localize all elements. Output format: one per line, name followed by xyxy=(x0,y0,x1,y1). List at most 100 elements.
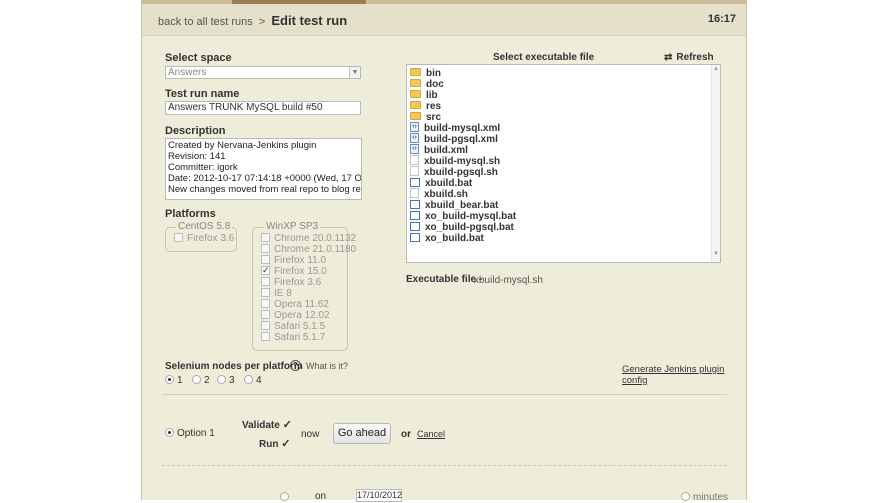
file-name: xbuild.sh xyxy=(424,189,468,200)
browser-label: Firefox 3.6 xyxy=(274,277,322,288)
file-name: build-mysql.xml xyxy=(424,123,501,134)
jenkins-config-link[interactable]: Generate Jenkins plugin config xyxy=(622,364,746,386)
date-input[interactable]: 17/10/2012 xyxy=(356,489,402,502)
file-item[interactable]: xbuild-mysql.sh xyxy=(410,155,501,167)
platform-group-centos: CentOS 5.8 Firefox 3.6 xyxy=(165,221,237,252)
file-select-label: Select executable file xyxy=(493,52,595,63)
run-label: Run xyxy=(259,439,279,450)
file-item[interactable]: xo_build.bat xyxy=(410,232,484,244)
go-ahead-button[interactable]: Go ahead xyxy=(333,423,391,444)
chevron-down-icon[interactable]: ▼ xyxy=(349,67,360,78)
browser-label: IE 8 xyxy=(274,288,292,299)
radio[interactable] xyxy=(217,374,226,384)
browser-label: Opera 11.62 xyxy=(274,299,329,310)
name-input[interactable]: Answers TRUNK MySQL build #50 xyxy=(165,101,361,115)
browser-option[interactable]: Chrome 20.0.1132 xyxy=(261,232,356,244)
folder-item[interactable]: src xyxy=(410,112,441,123)
scrollbar[interactable]: ▲ ▼ xyxy=(711,65,720,262)
radio[interactable] xyxy=(192,374,201,384)
validate-toggle[interactable]: Validate ✓ xyxy=(242,418,292,431)
checkbox[interactable] xyxy=(261,320,270,330)
browser-option[interactable]: Firefox 11.0 xyxy=(261,254,326,266)
browser-option[interactable]: ✓ Firefox 15.0 xyxy=(261,265,327,277)
file-item[interactable]: xo_build-pgsql.bat xyxy=(410,221,514,233)
radio-selected[interactable] xyxy=(165,374,174,384)
file-item[interactable]: xbuild_bear.bat xyxy=(410,199,498,211)
file-name: xo_build.bat xyxy=(425,233,484,244)
checkbox[interactable] xyxy=(261,331,270,341)
nodes-radio-3[interactable]: 3 xyxy=(217,374,235,386)
scroll-down-icon[interactable]: ▼ xyxy=(712,251,720,257)
browser-option[interactable]: IE 8 xyxy=(261,287,292,299)
help-link[interactable]: What is it? xyxy=(306,361,348,371)
executable-file-label: Executable file - xyxy=(406,274,483,285)
page-header: back to all test runs > Edit test run 16… xyxy=(142,4,746,36)
browser-option[interactable]: Opera 11.62 xyxy=(261,298,329,310)
back-link[interactable]: back to all test runs xyxy=(158,16,253,28)
nodes-radio-4[interactable]: 4 xyxy=(244,374,262,386)
file-name: xbuild-mysql.sh xyxy=(424,156,501,167)
file-name: res xyxy=(426,101,442,112)
file-item[interactable]: xo_build-mysql.bat xyxy=(410,210,516,222)
nodes-radio-2[interactable]: 2 xyxy=(192,374,210,386)
dashed-divider xyxy=(162,465,727,466)
space-label: Select space xyxy=(165,52,232,64)
on-label: on xyxy=(315,491,327,502)
browser-option[interactable]: Safari 5.1.7 xyxy=(261,331,325,343)
browser-option[interactable]: Firefox 3.6 xyxy=(174,232,234,244)
checkbox[interactable] xyxy=(261,232,270,242)
help-icon[interactable]: ? xyxy=(290,360,301,371)
checkbox[interactable] xyxy=(261,309,270,319)
checkbox[interactable] xyxy=(174,232,183,242)
file-item[interactable]: xbuild-pgsql.sh xyxy=(410,166,498,178)
divider xyxy=(162,394,727,395)
refresh-label: Refresh xyxy=(676,52,714,63)
checkbox[interactable] xyxy=(261,298,270,308)
checkbox[interactable] xyxy=(261,287,270,297)
radio-label: 2 xyxy=(204,375,210,386)
folder-item[interactable]: doc xyxy=(410,79,444,90)
schedule-radio[interactable] xyxy=(280,491,292,503)
browser-label: Safari 5.1.5 xyxy=(274,321,326,332)
folder-item[interactable]: bin xyxy=(410,68,441,79)
file-item[interactable]: ‹› build-pgsql.xml xyxy=(410,133,498,145)
radio[interactable] xyxy=(244,374,253,384)
xml-file-icon: ‹› xyxy=(410,122,419,133)
folder-item[interactable]: res xyxy=(410,101,441,112)
file-name: xbuild-pgsql.sh xyxy=(424,167,498,178)
file-item[interactable]: xbuild.bat xyxy=(410,177,473,189)
checkbox-checked[interactable]: ✓ xyxy=(261,265,270,275)
checkbox[interactable] xyxy=(261,276,270,286)
cancel-link[interactable]: Cancel xyxy=(417,429,445,439)
refresh-button[interactable]: ⇄ Refresh xyxy=(664,52,714,63)
description-textarea[interactable]: Created by Nervana-Jenkins plugin Revisi… xyxy=(165,138,362,200)
minutes-option[interactable]: minutes xyxy=(681,491,728,503)
browser-label: Opera 12.02 xyxy=(274,310,330,321)
browser-option[interactable]: Opera 12.02 xyxy=(261,309,330,321)
radio-selected[interactable] xyxy=(165,427,174,437)
browser-option[interactable]: Firefox 3.6 xyxy=(261,276,322,288)
bat-file-icon xyxy=(410,232,420,242)
scroll-up-icon[interactable]: ▲ xyxy=(712,66,720,72)
option-1-radio[interactable]: Option 1 xyxy=(165,427,215,439)
platform-group-name: WinXP SP3 xyxy=(264,221,321,232)
file-item[interactable]: ‹› build-mysql.xml xyxy=(410,122,501,134)
file-list[interactable]: bin doc lib res src ‹› build-mysql.xml ‹› build-… xyxy=(406,64,721,263)
folder-item[interactable]: lib xyxy=(410,90,438,101)
run-toggle[interactable]: Run ✓ xyxy=(259,437,290,450)
file-name: xbuild.bat xyxy=(425,178,473,189)
browser-option[interactable]: Chrome 21.0.1180 xyxy=(261,243,356,255)
nodes-radio-1[interactable]: 1 xyxy=(165,374,183,386)
checkbox[interactable] xyxy=(261,243,270,253)
file-item[interactable]: xbuild.sh xyxy=(410,188,468,200)
check-icon: ✓ xyxy=(282,419,292,431)
platform-group-name: CentOS 5.8 xyxy=(176,221,233,232)
option-label: Option 1 xyxy=(177,428,215,439)
now-label: now xyxy=(301,429,320,440)
platform-group-winxp: WinXP SP3 Chrome 20.0.1132 Chrome 21.0.11… xyxy=(252,221,356,351)
checkbox[interactable] xyxy=(261,254,270,264)
space-select[interactable]: Answers ▼ xyxy=(165,66,361,79)
nodes-label: Selenium nodes per platform xyxy=(165,361,303,372)
file-item[interactable]: ‹› build.xml xyxy=(410,144,468,156)
browser-option[interactable]: Safari 5.1.5 xyxy=(261,320,326,332)
